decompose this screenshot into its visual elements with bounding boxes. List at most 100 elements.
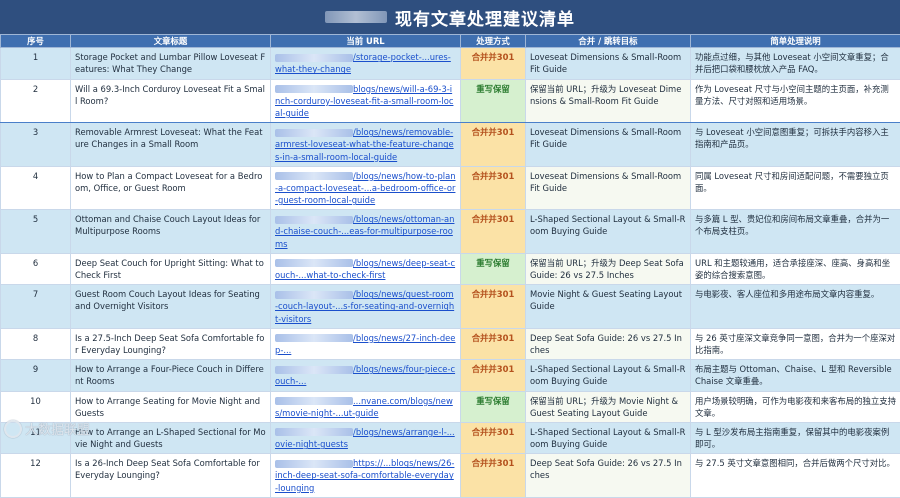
blurred-domain xyxy=(275,460,353,468)
row-target: Loveseat Dimensions & Small-Room Fit Gui… xyxy=(526,48,691,79)
row-url-cell: /blogs/news/removable-armrest-loveseat-w… xyxy=(271,123,461,167)
row-title: How to Arrange a Four-Piece Couch in Dif… xyxy=(71,360,271,391)
row-note: 作为 Loveseat 尺寸与小空间主题的主页面，补充测量方法、尺寸对照和适用场… xyxy=(691,79,900,123)
table-row: 10How to Arrange Seating for Movie Night… xyxy=(1,391,900,422)
row-action-badge: 合并并301 xyxy=(461,166,526,210)
row-url-cell: https://...blogs/news/26-inch-deep-seat-… xyxy=(271,454,461,498)
row-number: 3 xyxy=(1,123,71,167)
row-title: Deep Seat Couch for Upright Sitting: Wha… xyxy=(71,253,271,284)
table-row: 1Storage Pocket and Lumbar Pillow Lovese… xyxy=(1,48,900,79)
row-note: 用户场景较明确，可作为电影夜和来客布局的独立支持文章。 xyxy=(691,391,900,422)
col-header-no: 序号 xyxy=(1,35,71,48)
row-action-badge: 合并并301 xyxy=(461,454,526,498)
row-action-badge: 重写保留 xyxy=(461,391,526,422)
row-target: L-Shaped Sectional Layout & Small-Room B… xyxy=(526,422,691,453)
row-note: 功能点过细，与其他 Loveseat 小空间文章重复；合并后把口袋和腰枕放入产品… xyxy=(691,48,900,79)
blurred-domain xyxy=(275,428,353,436)
row-action-badge: 合并并301 xyxy=(461,328,526,359)
table-row: 5Ottoman and Chaise Couch Layout Ideas f… xyxy=(1,210,900,254)
blurred-domain xyxy=(275,54,353,62)
row-action-badge: 合并并301 xyxy=(461,285,526,329)
blurred-domain xyxy=(275,85,353,93)
row-note: 与 L 型沙发布局主指南重复，保留其中的电影夜案例即可。 xyxy=(691,422,900,453)
row-url-cell: /blogs/news/guest-room-couch-layout-...s… xyxy=(271,285,461,329)
row-title: Is a 27.5-Inch Deep Seat Sofa Comfortabl… xyxy=(71,328,271,359)
table-header-row: 序号 文章标题 当前 URL 处理方式 合并 / 跳转目标 简单处理说明 xyxy=(1,35,900,48)
blurred-domain xyxy=(275,334,353,342)
blurred-domain xyxy=(275,129,353,137)
row-note: 与多篇 L 型、贵妃位和房间布局文章重叠，合并为一个布局支柱页。 xyxy=(691,210,900,254)
table-row: 12Is a 26-Inch Deep Seat Sofa Comfortabl… xyxy=(1,454,900,498)
row-title: Ottoman and Chaise Couch Layout Ideas fo… xyxy=(71,210,271,254)
blurred-domain xyxy=(275,259,353,267)
row-target: Movie Night & Guest Seating Layout Guide xyxy=(526,285,691,329)
row-url-cell: /blogs/news/arrange-l-...ovie-night-gues… xyxy=(271,422,461,453)
table-row: 7Guest Room Couch Layout Ideas for Seati… xyxy=(1,285,900,329)
blurred-brand xyxy=(325,11,387,23)
row-number: 9 xyxy=(1,360,71,391)
row-number: 2 xyxy=(1,79,71,123)
blurred-domain xyxy=(275,291,353,299)
row-target: L-Shaped Sectional Layout & Small-Room B… xyxy=(526,210,691,254)
table-row: 8Is a 27.5-Inch Deep Seat Sofa Comfortab… xyxy=(1,328,900,359)
row-target: L-Shaped Sectional Layout & Small-Room B… xyxy=(526,360,691,391)
col-header-url: 当前 URL xyxy=(271,35,461,48)
row-title: Removable Armrest Loveseat: What the Fea… xyxy=(71,123,271,167)
row-url-cell: /blogs/news/ottoman-and-chaise-couch-...… xyxy=(271,210,461,254)
row-number: 6 xyxy=(1,253,71,284)
table-row: 11How to Arrange an L-Shaped Sectional f… xyxy=(1,422,900,453)
row-action-badge: 合并并301 xyxy=(461,210,526,254)
table-row: 3Removable Armrest Loveseat: What the Fe… xyxy=(1,123,900,167)
row-title: Will a 69.3-Inch Corduroy Loveseat Fit a… xyxy=(71,79,271,123)
col-header-action: 处理方式 xyxy=(461,35,526,48)
page-title-bar: 现有文章处理建议清单 xyxy=(0,0,900,34)
row-target: Loveseat Dimensions & Small-Room Fit Gui… xyxy=(526,123,691,167)
row-action-badge: 重写保留 xyxy=(461,253,526,284)
row-action-badge: 合并并301 xyxy=(461,48,526,79)
row-url-cell: /blogs/news/four-piece-couch-... xyxy=(271,360,461,391)
row-number: 1 xyxy=(1,48,71,79)
row-note: 与 27.5 英寸文章意图相同，合并后做两个尺寸对比。 xyxy=(691,454,900,498)
row-target: Deep Seat Sofa Guide: 26 vs 27.5 Inches xyxy=(526,328,691,359)
row-note: 与电影夜、客人座位和多用途布局文章内容重复。 xyxy=(691,285,900,329)
row-number: 4 xyxy=(1,166,71,210)
col-header-target: 合并 / 跳转目标 xyxy=(526,35,691,48)
row-url-cell: blogs/news/will-a-69-3-inch-corduroy-lov… xyxy=(271,79,461,123)
blurred-domain xyxy=(275,216,353,224)
row-note: 与 26 英寸座深文章竞争同一意图，合并为一个座深对比指南。 xyxy=(691,328,900,359)
row-url-cell: ...nvane.com/blogs/news/movie-night-...u… xyxy=(271,391,461,422)
row-action-badge: 合并并301 xyxy=(461,360,526,391)
row-action-badge: 合并并301 xyxy=(461,422,526,453)
row-title: Storage Pocket and Lumbar Pillow Lovesea… xyxy=(71,48,271,79)
row-url-cell: /storage-pocket-...ures-what-they-change xyxy=(271,48,461,79)
row-note: 同属 Loveseat 尺寸和房间适配问题，不需要独立页面。 xyxy=(691,166,900,210)
row-title: How to Arrange Seating for Movie Night a… xyxy=(71,391,271,422)
row-number: 8 xyxy=(1,328,71,359)
table-row: 6Deep Seat Couch for Upright Sitting: Wh… xyxy=(1,253,900,284)
row-action-badge: 合并并301 xyxy=(461,123,526,167)
row-target: Loveseat Dimensions & Small-Room Fit Gui… xyxy=(526,166,691,210)
row-title: Is a 26-Inch Deep Seat Sofa Comfortable … xyxy=(71,454,271,498)
row-target: 保留当前 URL；升级为 Deep Seat Sofa Guide: 26 vs… xyxy=(526,253,691,284)
row-url-cell: /blogs/news/27-inch-deep-... xyxy=(271,328,461,359)
page-title: 现有文章处理建议清单 xyxy=(395,5,575,30)
row-target: 保留当前 URL；升级为 Loveseat Dimensions & Small… xyxy=(526,79,691,123)
suggestion-table: 序号 文章标题 当前 URL 处理方式 合并 / 跳转目标 简单处理说明 1St… xyxy=(0,34,900,498)
table-body: 1Storage Pocket and Lumbar Pillow Lovese… xyxy=(1,48,900,498)
col-header-note: 简单处理说明 xyxy=(691,35,900,48)
row-number: 7 xyxy=(1,285,71,329)
blurred-domain xyxy=(275,366,353,374)
row-title: How to Plan a Compact Loveseat for a Bed… xyxy=(71,166,271,210)
col-header-title: 文章标题 xyxy=(71,35,271,48)
row-title: Guest Room Couch Layout Ideas for Seatin… xyxy=(71,285,271,329)
row-note: URL 和主题较通用，适合承接座深、座高、身高和坐姿的综合搜索意图。 xyxy=(691,253,900,284)
blurred-domain xyxy=(275,172,353,180)
table-row: 4How to Plan a Compact Loveseat for a Be… xyxy=(1,166,900,210)
row-number: 12 xyxy=(1,454,71,498)
row-url-cell: /blogs/news/deep-seat-couch-...what-to-c… xyxy=(271,253,461,284)
row-url-cell: /blogs/news/how-to-plan-a-compact-lovese… xyxy=(271,166,461,210)
row-title: How to Arrange an L-Shaped Sectional for… xyxy=(71,422,271,453)
blurred-domain xyxy=(275,397,353,405)
row-note: 布局主题与 Ottoman、Chaise、L 型和 Reversible Cha… xyxy=(691,360,900,391)
row-note: 与 Loveseat 小空间意图重复；可拆扶手内容移入主指南和产品页。 xyxy=(691,123,900,167)
